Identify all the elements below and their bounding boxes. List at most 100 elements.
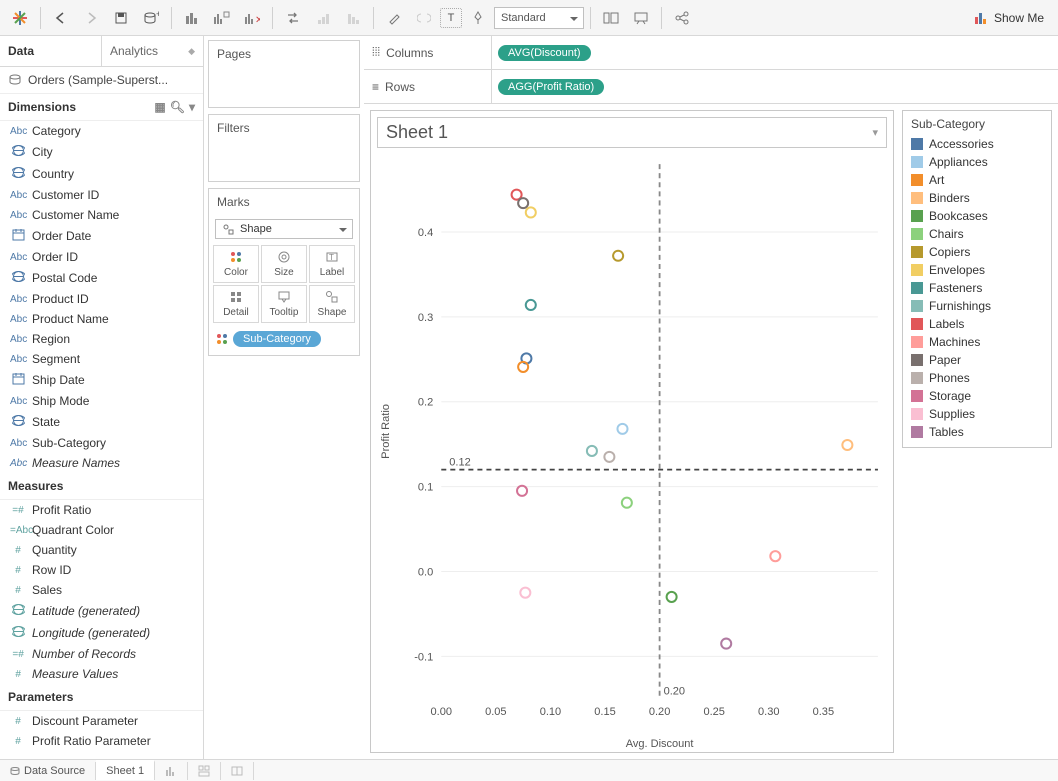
share-icon[interactable]	[668, 4, 696, 32]
view-toggle-icon[interactable]: ▦	[154, 100, 165, 114]
field-segment[interactable]: AbcSegment	[0, 349, 203, 369]
rows-shelf[interactable]: ≡Rows AGG(Profit Ratio)	[364, 70, 1058, 104]
pages-card[interactable]: Pages	[208, 40, 360, 108]
field-ship-date[interactable]: Ship Date	[0, 369, 203, 391]
legend-item-accessories[interactable]: Accessories	[911, 135, 1043, 153]
legend-item-art[interactable]: Art	[911, 171, 1043, 189]
point-tables[interactable]	[721, 639, 731, 649]
legend-item-binders[interactable]: Binders	[911, 189, 1043, 207]
duplicate-icon[interactable]	[208, 4, 236, 32]
point-phones[interactable]	[604, 452, 614, 462]
swap-icon[interactable]	[279, 4, 307, 32]
menu-caret-icon[interactable]: ▾	[189, 100, 195, 114]
fit-dropdown[interactable]: Standard	[494, 7, 584, 29]
mark-color[interactable]: Color	[213, 245, 259, 283]
mark-detail[interactable]: Detail	[213, 285, 259, 323]
show-hide-cards-icon[interactable]	[597, 4, 625, 32]
show-me-button[interactable]: Show Me	[966, 11, 1052, 25]
point-paper[interactable]	[518, 198, 528, 208]
title-dropdown-icon[interactable]: ▾	[872, 126, 878, 139]
sheet-tab-1[interactable]: Sheet 1	[96, 760, 155, 780]
field-profit-ratio-parameter[interactable]: #Profit Ratio Parameter	[0, 731, 203, 751]
sheet-title[interactable]: Sheet 1▾	[377, 117, 887, 148]
legend-item-envelopes[interactable]: Envelopes	[911, 261, 1043, 279]
sort-asc-icon[interactable]	[309, 4, 337, 32]
mark-label[interactable]: TLabel	[309, 245, 355, 283]
mark-tooltip[interactable]: Tooltip	[261, 285, 307, 323]
point-envelopes[interactable]	[526, 207, 536, 217]
field-measure-values[interactable]: #Measure Values	[0, 664, 203, 684]
field-order-id[interactable]: AbcOrder ID	[0, 247, 203, 267]
field-order-date[interactable]: Order Date	[0, 225, 203, 247]
field-state[interactable]: State	[0, 411, 203, 433]
field-number-of-records[interactable]: =#Number of Records	[0, 644, 203, 664]
field-customer-name[interactable]: AbcCustomer Name	[0, 205, 203, 225]
new-worksheet-icon[interactable]	[178, 4, 206, 32]
legend-item-phones[interactable]: Phones	[911, 369, 1043, 387]
point-chairs[interactable]	[622, 498, 632, 508]
point-bookcases[interactable]	[667, 592, 677, 602]
logo-icon[interactable]	[6, 4, 34, 32]
legend-item-paper[interactable]: Paper	[911, 351, 1043, 369]
legend-item-fasteners[interactable]: Fasteners	[911, 279, 1043, 297]
field-discount-parameter[interactable]: #Discount Parameter	[0, 711, 203, 731]
field-postal-code[interactable]: Postal Code	[0, 267, 203, 289]
new-story-tab[interactable]	[221, 762, 254, 780]
field-customer-id[interactable]: AbcCustomer ID	[0, 185, 203, 205]
field-latitude-generated-[interactable]: Latitude (generated)	[0, 600, 203, 622]
mark-shape[interactable]: Shape	[309, 285, 355, 323]
new-dashboard-tab[interactable]	[188, 762, 221, 780]
field-country[interactable]: Country	[0, 163, 203, 185]
scatter-chart[interactable]: -0.10.00.10.20.30.40.000.050.100.150.200…	[371, 154, 893, 759]
tab-analytics[interactable]: Analytics◆	[102, 36, 203, 66]
highlight-icon[interactable]	[380, 4, 408, 32]
legend-item-furnishings[interactable]: Furnishings	[911, 297, 1043, 315]
field-product-id[interactable]: AbcProduct ID	[0, 289, 203, 309]
point-copiers[interactable]	[613, 251, 623, 261]
color-legend[interactable]: Sub-Category AccessoriesAppliancesArtBin…	[902, 110, 1052, 448]
pin-icon[interactable]	[464, 4, 492, 32]
new-worksheet-tab[interactable]	[155, 762, 188, 780]
search-icon[interactable]: 🔍︎	[170, 100, 185, 114]
field-longitude-generated-[interactable]: Longitude (generated)	[0, 622, 203, 644]
field-measure-names[interactable]: AbcMeasure Names	[0, 453, 203, 473]
tab-data[interactable]: Data	[0, 36, 102, 66]
point-furnishings[interactable]	[587, 446, 597, 456]
field-category[interactable]: AbcCategory	[0, 121, 203, 141]
mark-type-dropdown[interactable]: Shape	[215, 219, 353, 239]
field-ship-mode[interactable]: AbcShip Mode	[0, 391, 203, 411]
save-icon[interactable]	[107, 4, 135, 32]
legend-item-bookcases[interactable]: Bookcases	[911, 207, 1043, 225]
point-appliances[interactable]	[617, 424, 627, 434]
field-city[interactable]: City	[0, 141, 203, 163]
field-quantity[interactable]: #Quantity	[0, 540, 203, 560]
columns-shelf[interactable]: ⦙⦙⦙Columns AVG(Discount)	[364, 36, 1058, 70]
point-storage[interactable]	[517, 486, 527, 496]
legend-item-labels[interactable]: Labels	[911, 315, 1043, 333]
point-binders[interactable]	[842, 440, 852, 450]
field-region[interactable]: AbcRegion	[0, 329, 203, 349]
presentation-icon[interactable]	[627, 4, 655, 32]
new-datasource-icon[interactable]: +	[137, 4, 165, 32]
legend-item-chairs[interactable]: Chairs	[911, 225, 1043, 243]
group-icon[interactable]	[410, 4, 438, 32]
point-fasteners[interactable]	[526, 300, 536, 310]
field-quadrant-color[interactable]: =AbcQuadrant Color	[0, 520, 203, 540]
field-sales[interactable]: #Sales	[0, 580, 203, 600]
filters-card[interactable]: Filters	[208, 114, 360, 182]
pill-avg-discount[interactable]: AVG(Discount)	[498, 45, 591, 61]
color-pill-subcategory[interactable]: Sub-Category	[233, 331, 321, 347]
sort-desc-icon[interactable]	[339, 4, 367, 32]
field-product-name[interactable]: AbcProduct Name	[0, 309, 203, 329]
data-source-tab[interactable]: Data Source	[0, 762, 96, 780]
mark-size[interactable]: Size	[261, 245, 307, 283]
legend-item-appliances[interactable]: Appliances	[911, 153, 1043, 171]
legend-item-supplies[interactable]: Supplies	[911, 405, 1043, 423]
legend-item-storage[interactable]: Storage	[911, 387, 1043, 405]
text-icon[interactable]: T	[440, 8, 462, 28]
legend-item-machines[interactable]: Machines	[911, 333, 1043, 351]
clear-icon[interactable]: ✕	[238, 4, 266, 32]
back-icon[interactable]	[47, 4, 75, 32]
pill-profit-ratio[interactable]: AGG(Profit Ratio)	[498, 79, 604, 95]
datasource-row[interactable]: Orders (Sample-Superst...	[0, 67, 203, 94]
